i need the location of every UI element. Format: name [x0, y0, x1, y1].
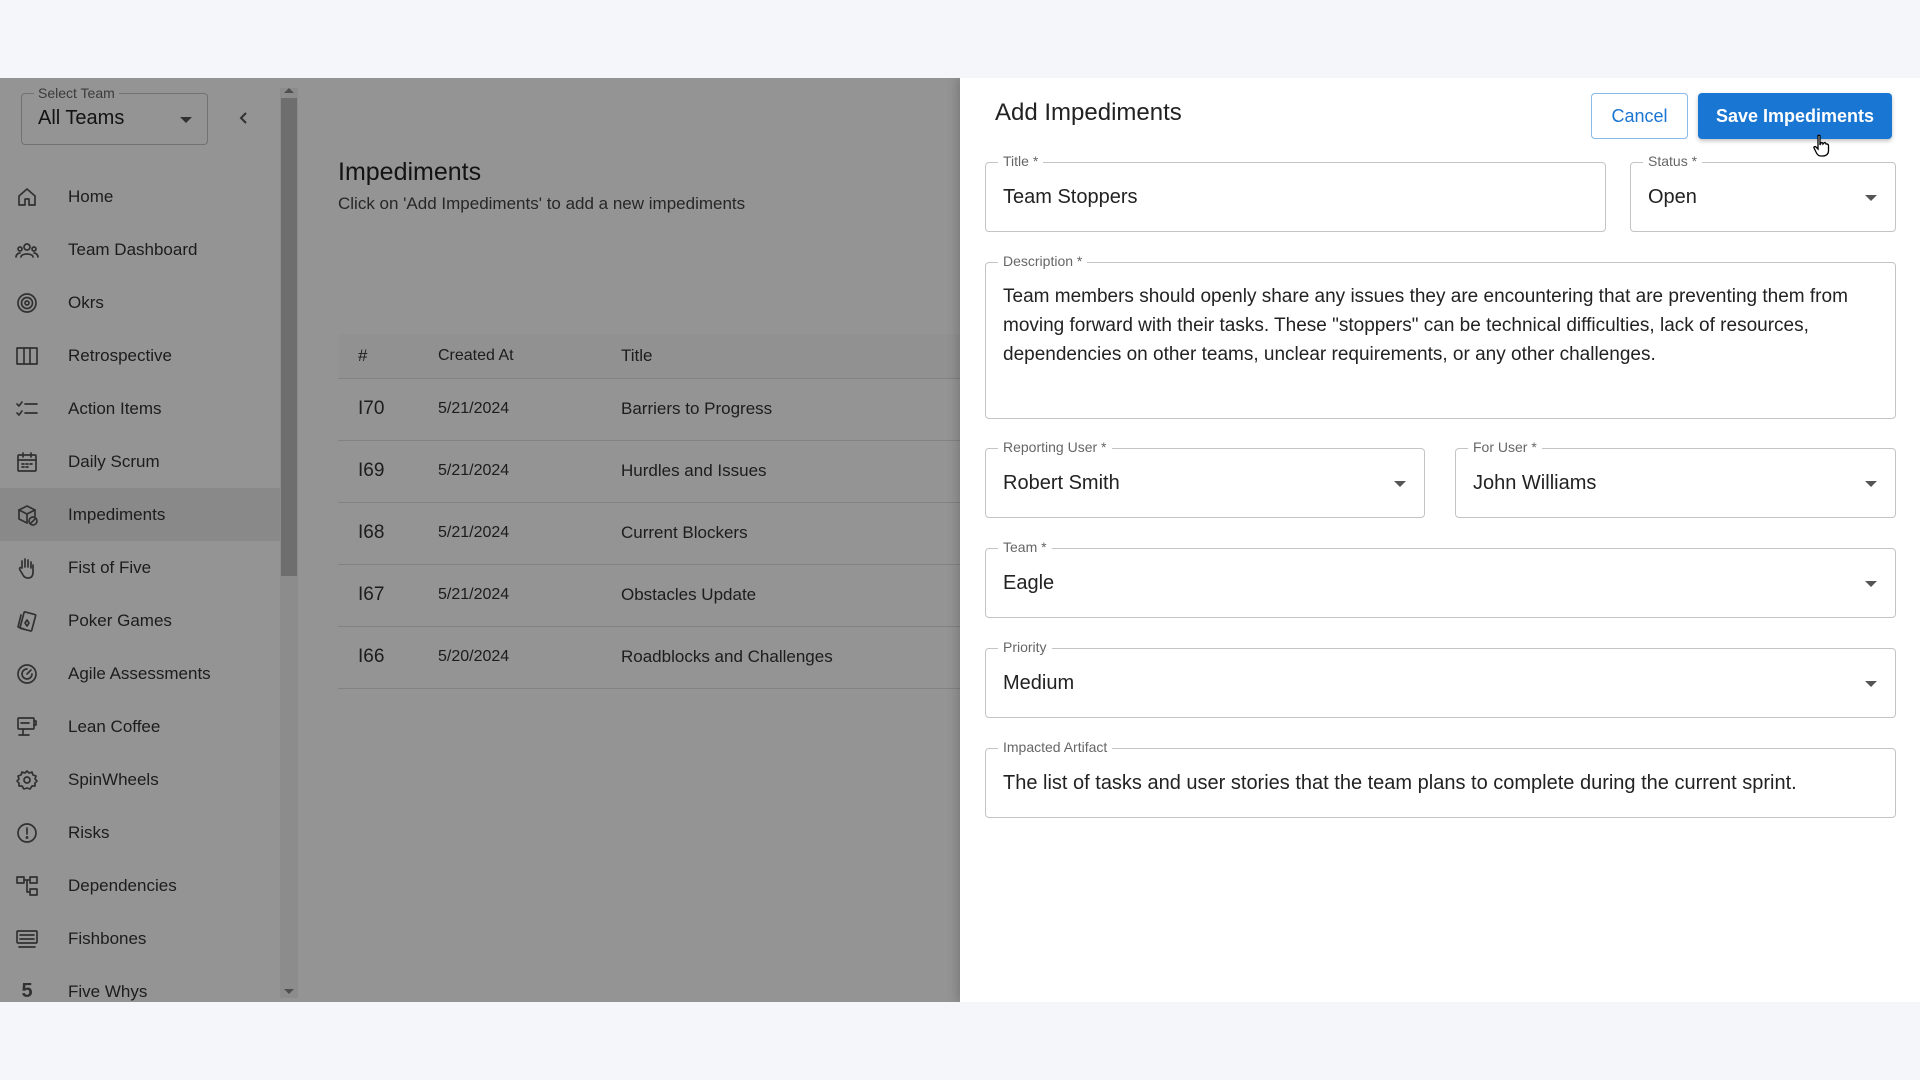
status-select-value: Open [1648, 186, 1697, 208]
drawer-backdrop[interactable] [0, 78, 960, 1002]
chevron-down-icon [1865, 581, 1877, 587]
add-impediments-drawer: Add Impediments Cancel Save Impediments … [960, 78, 1920, 1002]
description-field[interactable]: Description * Team members should openly… [985, 253, 1896, 419]
team-select-field[interactable]: Team * Eagle [985, 539, 1896, 618]
priority-label: Priority [998, 639, 1052, 655]
hand-cursor-icon [1813, 134, 1830, 157]
reporting-user-label: Reporting User * [998, 439, 1112, 455]
description-field-label: Description * [998, 253, 1088, 269]
description-field-value: Team members should openly share any iss… [1003, 286, 1848, 365]
cancel-button[interactable]: Cancel [1591, 93, 1688, 139]
title-field[interactable]: Title * Team Stoppers [985, 153, 1606, 232]
save-impediments-button[interactable]: Save Impediments [1698, 93, 1892, 139]
chevron-down-icon [1865, 481, 1877, 487]
chevron-down-icon [1394, 481, 1406, 487]
drawer-title: Add Impediments [995, 99, 1182, 126]
status-select-label: Status * [1643, 153, 1703, 169]
impacted-artifact-value: The list of tasks and user stories that … [1003, 772, 1797, 794]
chevron-down-icon [1865, 681, 1877, 687]
for-user-value: John Williams [1473, 472, 1597, 494]
title-field-label: Title * [998, 153, 1044, 169]
chevron-down-icon [1865, 195, 1877, 201]
impacted-artifact-field[interactable]: Impacted Artifact The list of tasks and … [985, 739, 1896, 818]
for-user-label: For User * [1468, 439, 1542, 455]
app-window: Select Team All Teams Home Team Dashboar… [0, 78, 1920, 1002]
priority-value: Medium [1003, 672, 1075, 694]
reporting-user-select[interactable]: Reporting User * Robert Smith [985, 439, 1425, 518]
reporting-user-value: Robert Smith [1003, 472, 1120, 494]
team-field-value: Eagle [1003, 572, 1055, 594]
status-select[interactable]: Status * Open [1630, 153, 1896, 232]
impacted-artifact-label: Impacted Artifact [998, 739, 1113, 755]
team-field-label: Team * [998, 539, 1052, 555]
priority-select[interactable]: Priority Medium [985, 639, 1896, 718]
title-field-value: Team Stoppers [1003, 186, 1138, 208]
for-user-select[interactable]: For User * John Williams [1455, 439, 1896, 518]
